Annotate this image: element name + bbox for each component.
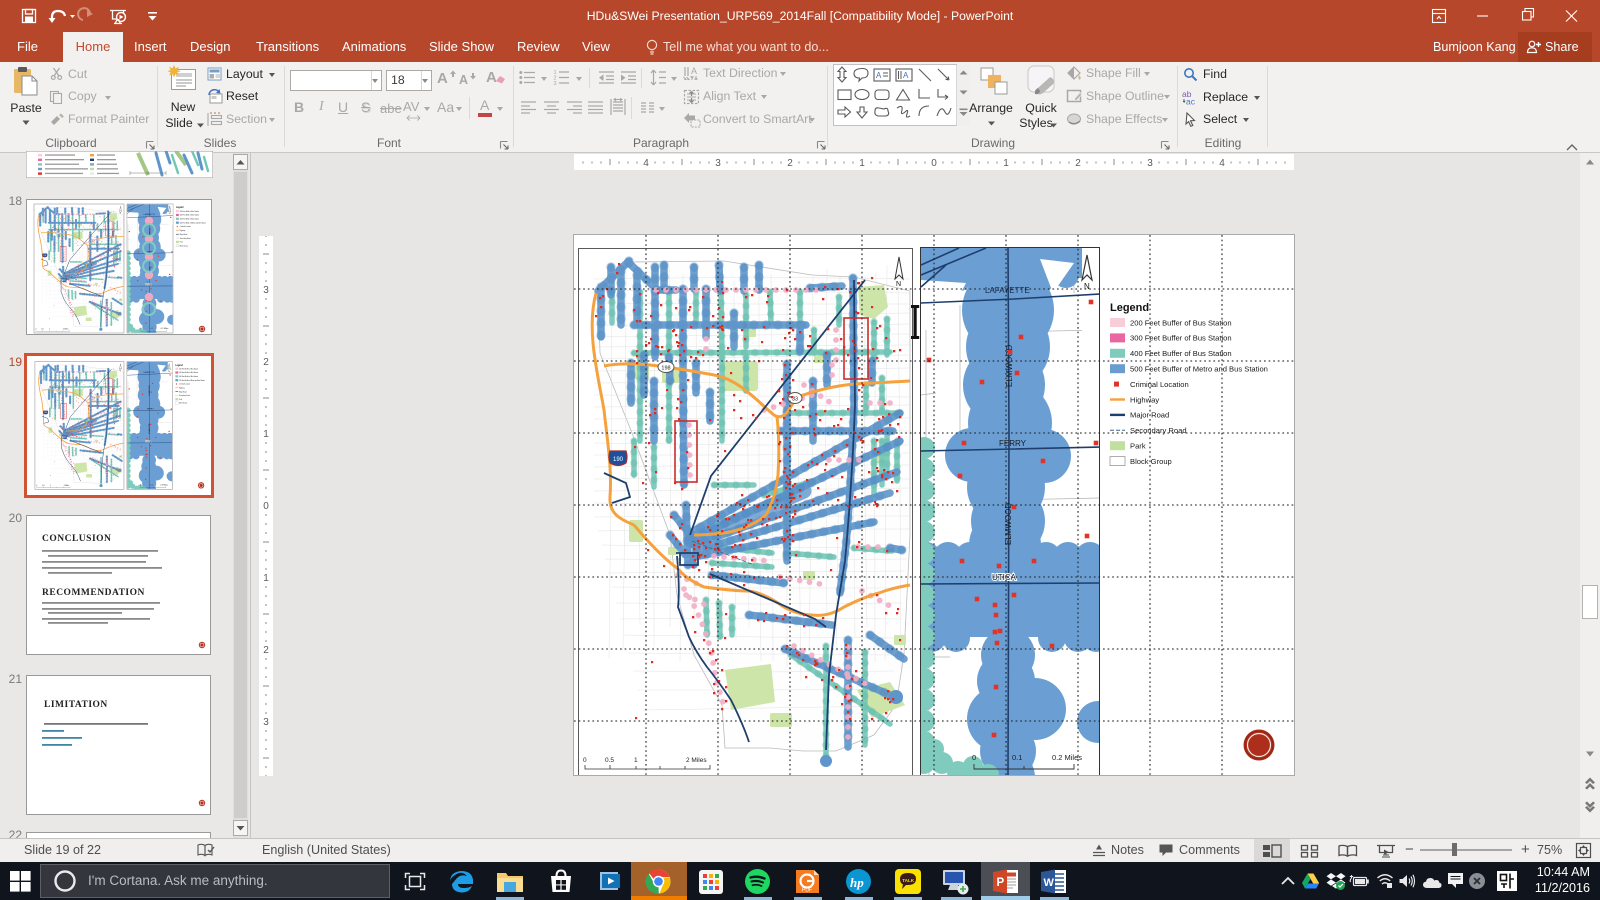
svg-text:1: 1 [1003,158,1009,169]
svg-text:A: A [691,66,697,76]
svg-text:3: 3 [715,158,721,169]
svg-text:PDF: PDF [802,888,812,894]
svg-text:200 Feet Buffer of Bus Station: 200 Feet Buffer of Bus Station [1130,318,1232,327]
svg-text:P: P [997,877,1005,889]
svg-text:0: 0 [583,757,587,764]
svg-text:A: A [876,71,882,80]
svg-text:UTICA: UTICA [992,573,1017,582]
svg-text:0.5: 0.5 [605,757,614,764]
svg-text:300 Feet Buffer of Bus Station: 300 Feet Buffer of Bus Station [1130,334,1232,343]
svg-text:2: 2 [1075,158,1081,169]
svg-text:2 Miles: 2 Miles [686,757,707,764]
svg-text:1: 1 [634,757,638,764]
svg-text:RECOMMENDATION: RECOMMENDATION [42,588,145,598]
svg-text:1: 1 [263,573,269,584]
svg-text:Block Group: Block Group [1130,457,1172,466]
svg-text:0: 0 [263,501,269,512]
svg-text:TALK: TALK [902,878,915,883]
svg-text:3: 3 [263,717,269,728]
svg-text:198: 198 [661,366,670,372]
svg-text:LAFAYETTE: LAFAYETTE [985,286,1030,295]
svg-text:3: 3 [554,81,557,86]
svg-text:2: 2 [787,158,793,169]
svg-text:1: 1 [859,158,865,169]
svg-text:Criminal Location: Criminal Location [1130,380,1189,389]
svg-text:0: 0 [931,158,937,169]
svg-text:Park: Park [1130,442,1146,451]
svg-text:1: 1 [263,429,269,440]
svg-text:2: 2 [263,645,269,656]
svg-text:FERRY: FERRY [999,439,1027,448]
svg-text:LIMITATION: LIMITATION [44,700,108,710]
svg-text:W: W [1044,877,1055,889]
svg-text:ac: ac [1186,97,1196,106]
svg-text:A: A [903,71,909,80]
svg-text:0: 0 [972,753,976,762]
svg-text:4: 4 [643,158,649,169]
svg-text:500 Feet Buffer of Metro and B: 500 Feet Buffer of Metro and Bus Station [1130,365,1268,374]
svg-text:hp: hp [850,875,864,890]
svg-text:Legend: Legend [1110,302,1149,314]
svg-text:0.1: 0.1 [1012,753,1022,762]
svg-text:Secondary Road: Secondary Road [1130,426,1187,435]
svg-text:3: 3 [1147,158,1153,169]
svg-text:3: 3 [263,285,269,296]
svg-text:2: 2 [263,357,269,368]
svg-text:190: 190 [613,457,624,463]
svg-text:CONCLUSION: CONCLUSION [42,534,111,544]
svg-text:ELMWOOD: ELMWOOD [1004,503,1013,545]
svg-text:400 Feet Buffer of Bus Station: 400 Feet Buffer of Bus Station [1130,349,1232,358]
svg-text:N: N [896,281,901,288]
svg-text:Highway: Highway [1130,395,1159,404]
svg-text:4: 4 [1219,158,1225,169]
